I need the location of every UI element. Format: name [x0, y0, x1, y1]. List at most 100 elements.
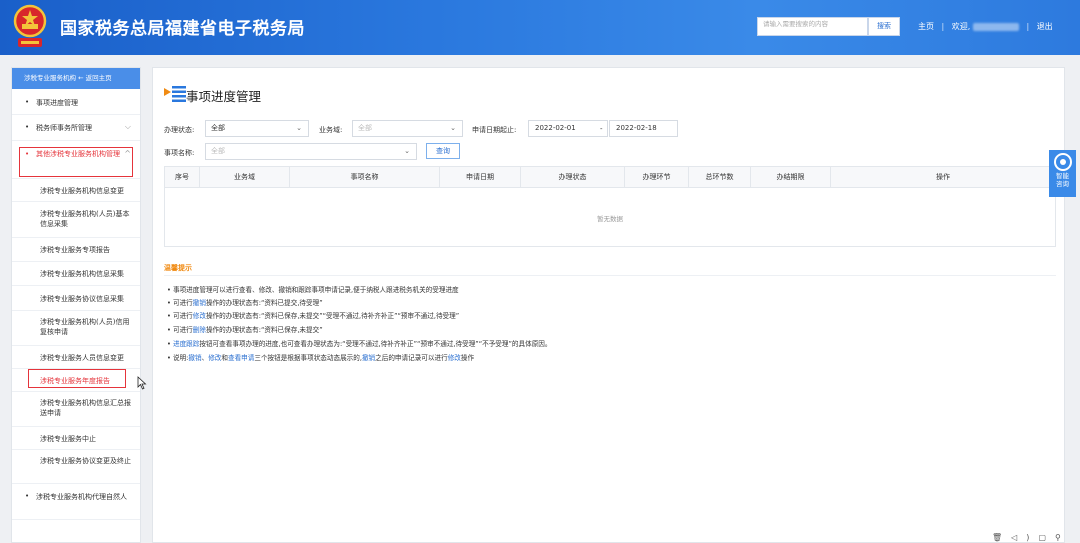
search-icon[interactable]: ⚲ — [1055, 533, 1070, 542]
header-nav: 主页 | 欢迎, | 退出 — [918, 21, 1053, 32]
bullet-icon: • — [25, 492, 30, 500]
smart-consult-button[interactable]: 智能咨询 — [1049, 150, 1076, 197]
tip-text: 之后的申请记录可以进行 — [375, 354, 448, 362]
tip-text: 和 — [221, 354, 228, 362]
tip-keyword-link[interactable]: 删除 — [193, 326, 206, 334]
welcome-text: 欢迎, — [951, 22, 971, 31]
top-header: 国家税务总局福建省电子税务局 请输入需要搜索的内容 搜索 主页 | 欢迎, | … — [0, 0, 1080, 55]
tip-line: • 可进行删除操作的办理状态有:“资料已保存,未提交” — [167, 324, 323, 334]
date-from-input[interactable]: 2022-02-01 — [528, 120, 608, 137]
column-header: 总环节数 — [689, 167, 751, 188]
tip-text: 按钮可查看事项办理的进度,也可查看办理状态为:“受理不通过,待补齐补正”“预审不… — [199, 340, 552, 348]
nav-separator: | — [1026, 22, 1030, 31]
sidebar-sub-item[interactable]: 涉税专业服务人员信息变更 — [12, 346, 140, 369]
sidebar-sub-item[interactable]: 涉税专业服务机构(人员)信用复核申请 — [12, 311, 140, 346]
search-input[interactable]: 请输入需要搜索的内容 — [757, 17, 868, 36]
sub-item-label: 涉税专业服务机构信息汇总报送申请 — [40, 399, 131, 417]
bottom-toolbar: 🗑◁)▢⚲ — [992, 533, 1070, 542]
sidebar-item-label: 事项进度管理 — [36, 99, 78, 107]
tip-keyword-link[interactable]: 撤销 — [362, 354, 375, 362]
domain-select[interactable]: 全部 ⌄ — [352, 120, 463, 137]
list-menu-icon — [164, 86, 186, 102]
tip-keyword-link[interactable]: 修改 — [208, 354, 221, 362]
tip-text: 说明: — [173, 354, 189, 362]
tip-text: 可进行 — [173, 312, 193, 320]
sidebar-item-label: 涉税专业服务机构代理自然人 — [36, 493, 127, 501]
logout-link[interactable]: 退出 — [1037, 21, 1053, 32]
sub-item-label: 涉税专业服务机构(人员)信用复核申请 — [40, 318, 130, 336]
column-header: 操作 — [936, 173, 950, 181]
sub-item-label: 涉税专业服务机构(人员)基本信息采集 — [40, 210, 130, 228]
sub-item-label: 涉税专业服务专项报告 — [40, 246, 110, 254]
tip-text: 操作 — [460, 354, 475, 362]
site-title: 国家税务总局福建省电子税务局 — [60, 19, 305, 39]
user-name-redacted — [972, 22, 1019, 31]
column-header: 业务域 — [200, 167, 290, 188]
national-emblem-icon — [13, 4, 47, 47]
tip-keyword-link[interactable]: 进度跟踪 — [173, 340, 199, 348]
sidebar-sub-item[interactable]: 涉税专业服务协议变更及终止 — [12, 450, 140, 484]
status-label: 办理状态: — [164, 126, 195, 134]
date-range-label: 申请日期起止: — [472, 126, 517, 134]
tip-keyword-link[interactable]: 修改 — [193, 312, 206, 320]
search-button[interactable]: 搜索 — [868, 17, 900, 36]
date-separator: - — [600, 125, 603, 133]
column-header: 办理环节 — [625, 167, 689, 188]
sidebar-sub-item[interactable]: 涉税专业服务机构信息采集 — [12, 262, 140, 286]
query-button[interactable]: 查询 — [426, 143, 460, 159]
column-header: 事项名称 — [290, 167, 440, 188]
results-table: 序号 业务域 事项名称 申请日期 办理状态 办理环节 总环节数 办结期限 操作 … — [164, 166, 1056, 247]
bullet-icon: • — [25, 98, 30, 106]
tip-keyword-link[interactable]: 修改 — [448, 354, 461, 362]
tips-title: 温馨提示 — [164, 264, 192, 272]
tip-line: • 可进行修改操作的办理状态有:“资料已保存,未提交”“受理不通过,待补齐补正”… — [167, 310, 459, 320]
sidebar-item-agent-natural-person[interactable]: • 涉税专业服务机构代理自然人 — [12, 484, 140, 520]
sidebar-sub-item[interactable]: 涉税专业服务协议信息采集 — [12, 286, 140, 311]
column-header: 序号 — [165, 167, 200, 188]
trash-icon[interactable]: 🗑 — [992, 533, 1011, 542]
sidebar-item-label: 税务师事务所管理 — [36, 124, 92, 132]
status-select[interactable]: 全部 ⌄ — [205, 120, 309, 137]
highlight-box — [19, 147, 133, 177]
window-icon[interactable]: ▢ — [1038, 533, 1055, 542]
chevron-down-icon: ⌄ — [296, 124, 302, 132]
sidebar-sub-item[interactable]: 涉税专业服务机构信息变更 — [12, 179, 140, 202]
sidebar-sub-item[interactable]: 涉税专业服务机构(人员)基本信息采集 — [12, 202, 140, 238]
tip-line: • 事项进度管理可以进行查看、修改、撤销和跟踪事项申请记录,便于纳税人跟进税务机… — [167, 284, 459, 294]
date-to-input[interactable]: 2022-02-18 — [609, 120, 678, 137]
sidebar-sub-item[interactable]: 涉税专业服务机构信息汇总报送申请 — [12, 392, 140, 427]
domain-select-placeholder: 全部 — [358, 124, 372, 132]
status-select-value: 全部 — [211, 124, 225, 132]
sidebar: 涉税专业服务机构 ← 返回主页 • 事项进度管理 • 税务师事务所管理 ⌵ • … — [11, 67, 141, 543]
sidebar-item-tax-firm[interactable]: • 税务师事务所管理 ⌵ — [12, 115, 140, 141]
sidebar-sub-item[interactable]: 涉税专业服务中止 — [12, 427, 140, 450]
sidebar-item-progress[interactable]: • 事项进度管理 — [12, 90, 140, 115]
mouse-cursor-icon — [137, 376, 147, 390]
column-header: 申请日期 — [440, 167, 521, 188]
item-name-select[interactable]: 全部 ⌄ — [205, 143, 417, 160]
tip-keyword-link[interactable]: 撤销 — [193, 299, 206, 307]
speaker-icon[interactable]: ◁) — [1011, 533, 1038, 542]
smart-consult-label: 智能咨询 — [1056, 172, 1069, 188]
tip-keyword-link[interactable]: 撤销 — [188, 354, 201, 362]
main-panel: 事项进度管理 办理状态: 全部 ⌄ 业务域: 全部 ⌄ 申请日期起止: 2022… — [152, 67, 1065, 543]
bullet-icon: • — [25, 123, 30, 131]
sub-item-label: 涉税专业服务协议变更及终止 — [40, 457, 131, 465]
sub-item-label: 涉税专业服务人员信息变更 — [40, 354, 124, 362]
chevron-down-icon: ⌵ — [124, 122, 131, 131]
item-name-placeholder: 全部 — [211, 147, 225, 155]
headset-icon — [1053, 153, 1072, 171]
page-title: 事项进度管理 — [186, 89, 262, 104]
sidebar-header-back-home[interactable]: 涉税专业服务机构 ← 返回主页 — [12, 68, 140, 89]
tip-text: 三个按钮是根据事项状态动态展示的, — [254, 354, 362, 362]
sidebar-sub-item[interactable]: 涉税专业服务专项报告 — [12, 238, 140, 262]
home-link[interactable]: 主页 — [918, 21, 934, 32]
tip-text: 事项进度管理可以进行查看、修改、撤销和跟踪事项申请记录,便于纳税人跟进税务机关的… — [173, 286, 459, 294]
tip-line: • 可进行撤销操作的办理状态有:“资料已提交,待受理” — [167, 297, 323, 307]
tip-text: 操作的办理状态有:“资料已保存,未提交”“受理不通过,待补齐补正”“预审不通过,… — [205, 312, 460, 320]
table-header-row: 序号 业务域 事项名称 申请日期 办理状态 办理环节 总环节数 办结期限 操作 — [165, 167, 1055, 188]
empty-state-text: 暂无数据 — [597, 215, 623, 223]
tip-keyword-link[interactable]: 查看申请 — [228, 354, 254, 362]
tip-text: 可进行 — [173, 326, 193, 334]
sub-item-label: 涉税专业服务中止 — [40, 435, 96, 443]
